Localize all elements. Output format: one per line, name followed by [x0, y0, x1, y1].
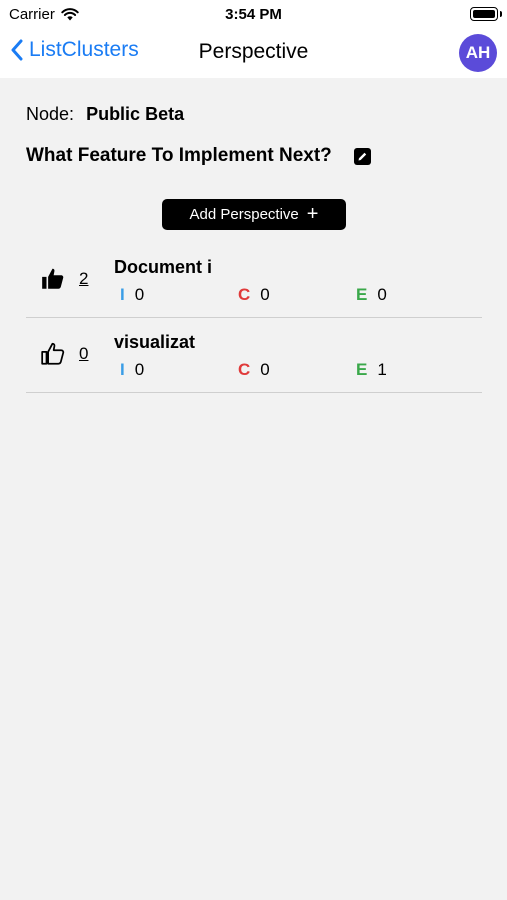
metric-ease: E 1	[356, 360, 387, 380]
perspective-title[interactable]: Document i	[114, 257, 212, 278]
metric-confidence-key: C	[238, 360, 251, 379]
status-time: 3:54 PM	[225, 6, 282, 23]
metric-ease-key: E	[356, 360, 368, 379]
metric-confidence: C 0	[238, 360, 270, 380]
metric-impact-value: 0	[134, 285, 145, 304]
thumb-up-outline-icon[interactable]	[40, 341, 66, 367]
vote-count[interactable]: 0	[79, 344, 88, 364]
vote-count[interactable]: 2	[79, 269, 88, 289]
edit-question-button[interactable]	[353, 147, 371, 165]
metric-ease-value: 1	[377, 360, 387, 379]
metric-impact-value: 0	[134, 360, 145, 379]
perspective-title[interactable]: visualizat	[114, 332, 195, 353]
header-bar: Carrier 3:54 PM ListClusters Perspective…	[0, 0, 507, 78]
navigation-bar: ListClusters Perspective AH	[0, 30, 507, 76]
pencil-icon	[358, 152, 366, 160]
question-text: What Feature To Implement Next?	[26, 145, 332, 166]
metric-confidence-value: 0	[260, 360, 270, 379]
list-item[interactable]: 2 Document i I 0 C 0 E 0	[26, 243, 482, 318]
add-perspective-label: Add Perspective	[189, 206, 299, 223]
perspective-list: 2 Document i I 0 C 0 E 0 0 visualizat I	[26, 243, 482, 393]
node-label: Node:	[26, 104, 75, 124]
add-perspective-button[interactable]: Add Perspective +	[162, 199, 346, 230]
metric-ease-key: E	[356, 285, 368, 304]
metric-confidence-value: 0	[260, 285, 270, 304]
status-bar: Carrier 3:54 PM	[0, 0, 507, 28]
metric-confidence: C 0	[238, 285, 270, 305]
page-title: Perspective	[198, 40, 309, 63]
metric-confidence-key: C	[238, 285, 251, 304]
avatar[interactable]: AH	[459, 34, 497, 72]
question-row: What Feature To Implement Next?	[26, 145, 371, 167]
node-row: Node: Public Beta	[26, 104, 184, 125]
metric-ease-value: 0	[377, 285, 387, 304]
metric-impact-key: I	[120, 360, 125, 379]
battery-icon	[470, 7, 502, 21]
metric-ease: E 0	[356, 285, 387, 305]
node-value: Public Beta	[86, 104, 185, 124]
metric-impact: I 0	[120, 285, 144, 305]
plus-icon: +	[306, 202, 319, 225]
list-item[interactable]: 0 visualizat I 0 C 0 E 1	[26, 318, 482, 393]
thumb-up-filled-icon[interactable]	[40, 266, 66, 292]
metric-impact-key: I	[120, 285, 125, 304]
metric-impact: I 0	[120, 360, 144, 380]
